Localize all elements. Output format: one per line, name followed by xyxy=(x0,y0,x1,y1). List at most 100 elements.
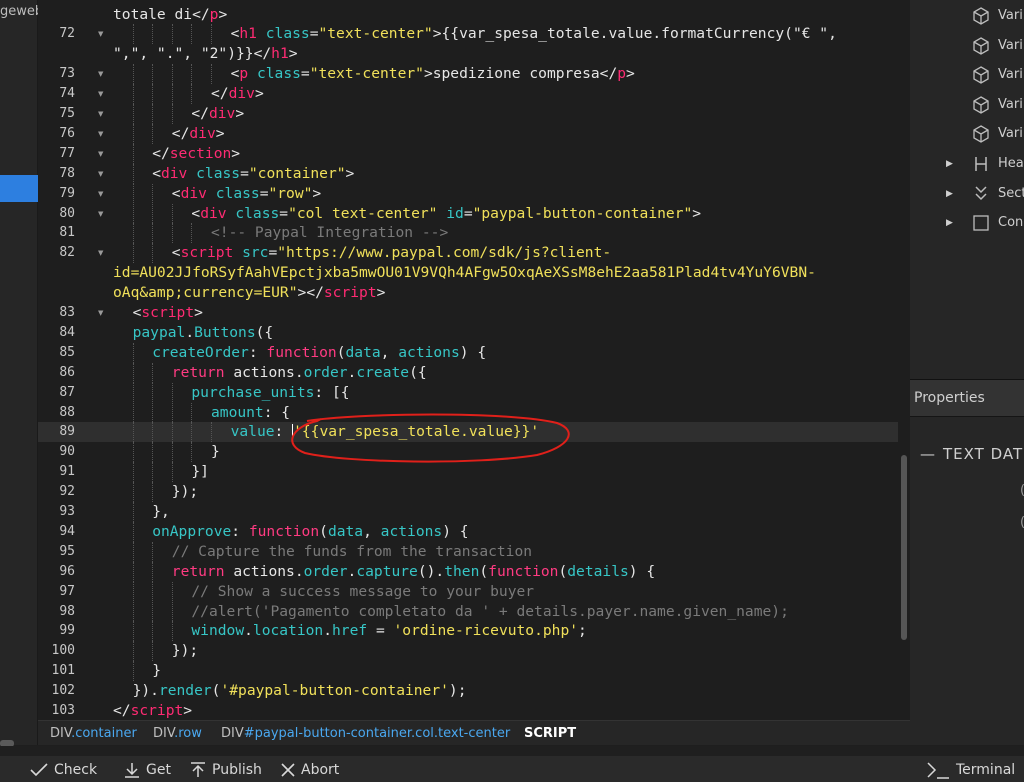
code-line[interactable]: paypal.Buttons({ xyxy=(133,323,274,343)
code-line[interactable]: }); xyxy=(172,482,198,502)
left-panel-active-item[interactable] xyxy=(0,175,38,202)
breadcrumb-item[interactable]: DIV.row xyxy=(153,726,202,741)
collapse-icon[interactable]: — xyxy=(920,445,935,463)
code-token: : xyxy=(231,522,249,540)
code-line[interactable]: </div> xyxy=(211,84,264,104)
editor-scrollbar-thumb[interactable] xyxy=(901,455,907,640)
code-line[interactable]: // Capture the funds from the transactio… xyxy=(172,542,532,562)
code-line[interactable]: return actions.order.create({ xyxy=(172,363,427,383)
editor-scrollbar[interactable] xyxy=(898,0,910,720)
fold-arrow-icon[interactable]: ▼ xyxy=(98,303,103,323)
abort-button[interactable]: Abort xyxy=(281,760,339,780)
line-number: 85 xyxy=(59,344,75,360)
layer-item[interactable]: Vari xyxy=(910,119,1024,149)
code-token: //alert('Pagamento completato da ' + det… xyxy=(191,602,789,620)
line-number: 91 xyxy=(59,464,75,480)
code-token: >spedizione compresa</ xyxy=(423,65,618,83)
code-line[interactable]: <div class="col text-center" id="paypal-… xyxy=(191,204,701,224)
terminal-button[interactable]: Terminal xyxy=(926,760,1015,780)
fold-arrow-icon[interactable]: ▼ xyxy=(98,124,103,144)
code-line[interactable]: }] xyxy=(191,462,209,482)
code-line[interactable]: <div class="row"> xyxy=(172,184,321,204)
fold-arrow-icon[interactable]: ▼ xyxy=(98,144,103,164)
layer-item[interactable]: Vari xyxy=(910,90,1024,120)
code-line[interactable]: } xyxy=(152,661,161,681)
code-line[interactable]: //alert('Pagamento completato da ' + det… xyxy=(191,602,788,622)
code-line[interactable]: purchase_units: [{ xyxy=(191,383,349,403)
code-line[interactable]: </div> xyxy=(191,104,244,124)
code-line[interactable]: amount: { xyxy=(211,403,290,423)
publish-button[interactable]: Publish xyxy=(190,760,262,780)
line-number: 98 xyxy=(59,603,75,619)
line-number: 72 xyxy=(59,26,75,42)
expand-arrow-icon[interactable]: ▶ xyxy=(946,179,953,209)
code-token: }, xyxy=(152,503,170,520)
code-line[interactable]: <h1 class="text-center">{{var_spesa_tota… xyxy=(231,24,837,44)
expand-arrow-icon[interactable]: ▶ xyxy=(946,149,953,179)
fold-arrow-icon[interactable]: ▼ xyxy=(98,64,103,84)
layer-item[interactable]: Vari xyxy=(910,1,1024,31)
code-line[interactable]: window.location.href = 'ordine-ricevuto.… xyxy=(191,621,586,641)
code-line[interactable]: onApprove: function(data, actions) { xyxy=(152,522,468,542)
code-line[interactable]: <script src="https://www.paypal.com/sdk/… xyxy=(172,243,611,263)
fold-arrow-icon[interactable]: ▼ xyxy=(98,204,103,224)
code-token: div xyxy=(180,184,216,202)
breadcrumb-item[interactable]: DIV.container xyxy=(50,726,137,741)
layer-item[interactable]: ▶ Sect xyxy=(910,179,1024,209)
fold-arrow-icon[interactable]: ▼ xyxy=(98,184,103,204)
code-line[interactable]: <script> xyxy=(133,303,203,323)
publish-label: Publish xyxy=(212,762,262,778)
code-token: > xyxy=(235,105,245,122)
fold-arrow-icon[interactable]: ▼ xyxy=(98,164,103,184)
code-line[interactable]: totale di</p> xyxy=(113,5,227,25)
code-line[interactable]: oAq&amp;currency=EUR"></script> xyxy=(113,283,385,303)
breadcrumb-item[interactable]: DIV#paypal-button-container.col.text-cen… xyxy=(221,726,510,741)
code-token: then xyxy=(444,562,480,580)
layer-item[interactable]: Vari xyxy=(910,60,1024,90)
code-line[interactable]: <div class="container"> xyxy=(152,164,354,184)
code-line[interactable]: <p class="text-center">spedizione compre… xyxy=(231,64,635,84)
code-line[interactable]: }).render('#paypal-button-container'); xyxy=(133,681,467,701)
fold-arrow-icon[interactable]: ▼ xyxy=(98,24,103,44)
heading-icon xyxy=(970,154,992,179)
code-token: create xyxy=(356,363,410,381)
fold-arrow-icon[interactable]: ▼ xyxy=(98,243,103,263)
expand-arrow-icon[interactable]: ▶ xyxy=(946,208,953,238)
layer-item[interactable]: ▶ Con xyxy=(910,208,1024,238)
code-line[interactable]: // Show a success message to your buyer xyxy=(191,582,534,602)
breadcrumb-item[interactable]: SCRIPT xyxy=(524,726,576,741)
code-token: = xyxy=(300,65,310,83)
bottom-toolbar: Check Get Publish Abort Terminal xyxy=(0,746,1024,782)
check-button[interactable]: Check xyxy=(30,760,97,780)
code-line[interactable]: </section> xyxy=(152,144,240,164)
code-token: . xyxy=(185,323,195,341)
code-token: = xyxy=(463,204,473,222)
abort-label: Abort xyxy=(301,762,340,778)
code-line[interactable]: <!-- Paypal Integration --> xyxy=(211,223,448,243)
text-data-section[interactable]: — TEXT DAT xyxy=(910,445,1024,465)
code-line[interactable]: }, xyxy=(152,502,170,522)
code-token: </ xyxy=(211,85,229,103)
code-token: > xyxy=(345,164,355,182)
code-line[interactable]: value: '{{var_spesa_totale.value}}' xyxy=(231,422,539,442)
code-line[interactable]: ",", ".", "2")}}</h1> xyxy=(113,44,298,64)
fold-arrow-icon[interactable]: ▼ xyxy=(98,104,103,124)
code-line[interactable]: </div> xyxy=(172,124,225,144)
code-line[interactable]: id=AU02JJfoRSyfAahVEpctjxba5mwOU01V9VQh4… xyxy=(113,263,816,283)
code-editor[interactable]: totale di</p> <h1 class="text-center">{{v… xyxy=(108,0,898,720)
code-token: }); xyxy=(171,483,199,501)
get-button[interactable]: Get xyxy=(124,760,171,780)
code-token: id xyxy=(446,204,464,222)
code-line[interactable]: createOrder: function(data, actions) { xyxy=(152,343,486,363)
fold-arrow-icon[interactable]: ▼ xyxy=(98,84,103,104)
properties-header[interactable]: Properties xyxy=(910,380,1024,417)
check-icon xyxy=(30,763,48,777)
layer-item[interactable]: ▶ Hea xyxy=(910,149,1024,179)
layer-item[interactable]: Vari xyxy=(910,31,1024,61)
code-line[interactable]: } xyxy=(211,442,220,462)
code-token: . xyxy=(244,622,253,640)
code-line[interactable]: }); xyxy=(172,641,198,661)
code-line[interactable]: return actions.order.capture().then(func… xyxy=(172,562,655,582)
code-token: "text-center" xyxy=(318,25,433,43)
code-line[interactable]: </script> xyxy=(113,701,192,720)
